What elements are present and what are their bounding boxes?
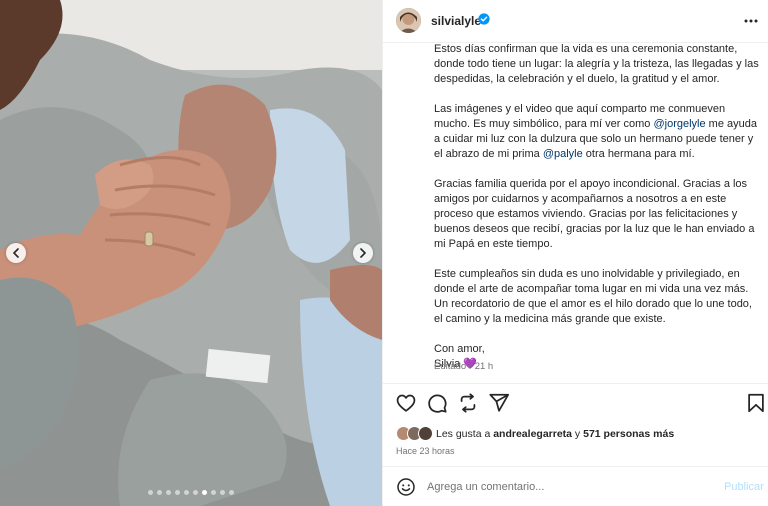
emoji-icon[interactable]	[396, 477, 416, 497]
likes-summary: Les gusta a andrealegarreta y 571 person…	[396, 426, 674, 442]
more-options-icon[interactable]	[743, 14, 759, 28]
share-icon[interactable]	[457, 392, 479, 414]
carousel-next-button[interactable]	[353, 243, 373, 263]
likes-count[interactable]: 571 personas más	[583, 428, 674, 440]
liker-avatar[interactable]	[418, 426, 433, 441]
post-header: silvialyle	[383, 0, 768, 42]
caption-paragraph: Gracias familia querida por el apoyo inc…	[434, 178, 755, 250]
carousel-prev-button[interactable]	[6, 243, 26, 263]
send-icon[interactable]	[488, 392, 510, 414]
liker-avatars	[396, 426, 436, 442]
carousel-dot	[220, 490, 225, 495]
carousel-dot-active	[202, 490, 207, 495]
caption-divider	[383, 383, 768, 384]
post-media-carousel[interactable]	[0, 0, 382, 506]
caption-paragraph: Este cumpleaños sin duda es uno inolvida…	[434, 268, 752, 325]
mention-link[interactable]: @palyle	[543, 148, 583, 160]
author-avatar[interactable]	[396, 8, 421, 33]
post-timestamp[interactable]: Hace 23 horas	[396, 446, 455, 456]
post-side-panel: silvialyle Estos días confirman que la v…	[382, 0, 768, 506]
carousel-dot	[157, 490, 162, 495]
carousel-dot	[193, 490, 198, 495]
comment-divider	[383, 466, 768, 467]
bookmark-icon[interactable]	[745, 392, 767, 414]
edited-separator: ·	[468, 361, 473, 372]
comment-input[interactable]	[427, 476, 717, 498]
likes-text: Les gusta a andrealegarreta y 571 person…	[436, 428, 674, 440]
action-bar	[383, 392, 768, 416]
edited-time[interactable]: 21 h	[475, 361, 494, 372]
caption-text: otra hermana para mí.	[582, 148, 695, 160]
publish-button[interactable]: Publicar	[724, 481, 764, 493]
likes-middle: y	[572, 428, 584, 440]
liker-username[interactable]: andrealegarreta	[493, 428, 572, 440]
verified-badge-icon	[478, 13, 490, 25]
caption-closing: Con amor,	[434, 343, 485, 355]
chevron-right-icon	[360, 248, 366, 258]
comment-bar: Publicar	[383, 474, 768, 506]
comment-icon[interactable]	[426, 392, 448, 414]
mention-link[interactable]: @jorgelyle	[653, 118, 705, 130]
instagram-post: silvialyle Estos días confirman que la v…	[0, 0, 768, 506]
carousel-dot	[184, 490, 189, 495]
likes-prefix: Les gusta a	[436, 428, 494, 440]
heart-icon[interactable]	[395, 392, 417, 414]
carousel-dot	[229, 490, 234, 495]
edited-meta: Editado · 21 h	[434, 361, 493, 372]
carousel-dot	[166, 490, 171, 495]
chevron-left-icon	[13, 248, 19, 258]
carousel-dot	[175, 490, 180, 495]
carousel-indicator	[0, 490, 382, 495]
post-photo	[0, 0, 382, 506]
caption-paragraph: Estos días confirman que la vida es una …	[434, 43, 759, 85]
carousel-dot	[211, 490, 216, 495]
post-caption: Estos días confirman que la vida es una …	[434, 42, 759, 372]
caption-paragraph: Las imágenes y el video que aquí compart…	[434, 102, 759, 162]
author-username[interactable]: silvialyle	[431, 14, 481, 28]
carousel-dot	[148, 490, 153, 495]
avatar-image	[396, 8, 421, 33]
edited-label: Editado	[434, 361, 467, 372]
